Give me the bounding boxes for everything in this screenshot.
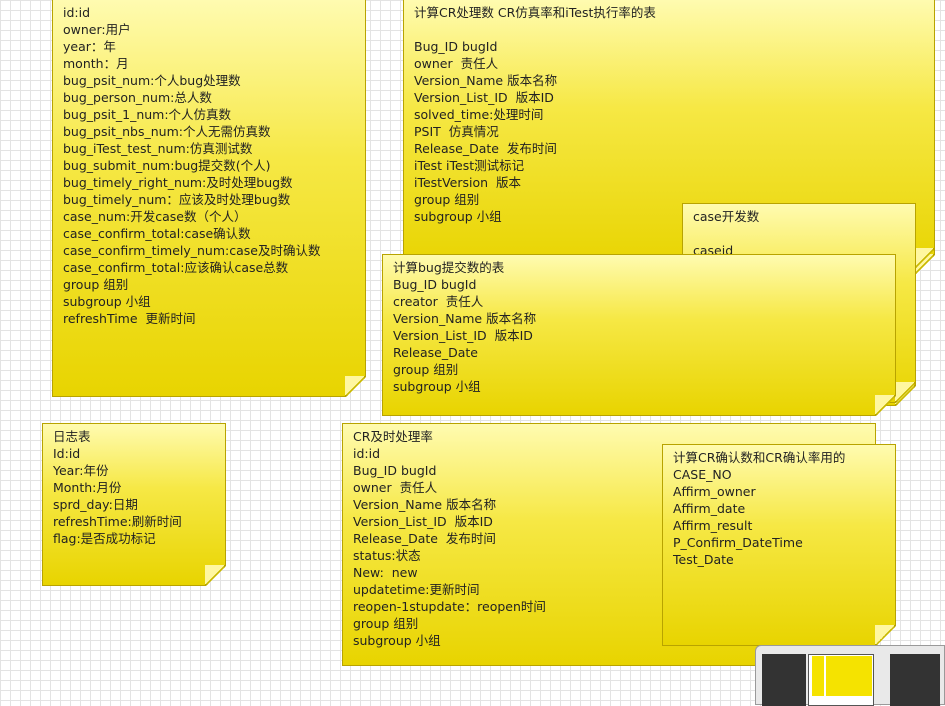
note-field-line: CASE_NO: [673, 467, 732, 482]
note-field-line: Version_Name 版本名称: [393, 311, 537, 326]
note-field-line: group 组别: [393, 362, 459, 377]
navigator-right-pane: [890, 654, 940, 706]
page-fold-icon: [875, 625, 895, 645]
note-field-line: Affirm_result: [673, 518, 753, 533]
note-field-line: Version_List_ID 版本ID: [414, 90, 554, 105]
note-field-line: case_confirm_timely_num:case及时确认数: [63, 243, 321, 258]
note-field-line: subgroup 小组: [63, 294, 151, 309]
note-field-line: bug_timely_right_num:及时处理bug数: [63, 175, 293, 190]
note-title: 计算bug提交数的表: [393, 260, 505, 275]
note-field-line: bug_psit_1_num:个人仿真数: [63, 107, 232, 122]
note-field-line: Id:id: [53, 446, 81, 461]
note-field-line: Version_List_ID 版本ID: [393, 328, 533, 343]
note-field-line: Bug_ID bugId: [393, 277, 477, 292]
note-field-line: sprd_day:日期: [53, 497, 138, 512]
note-field-line: bug_timely_num：应该及时处理bug数: [63, 192, 291, 207]
note-field-line: Test_Date: [673, 552, 734, 567]
page-fold-icon: [205, 565, 225, 585]
note-field-line: Bug_ID bugId: [414, 39, 498, 54]
note-field-line: solved_time:处理时间: [414, 107, 544, 122]
note-field-line: Affirm_owner: [673, 484, 756, 499]
navigator-left-pane: [762, 654, 806, 706]
note-field-line: iTest iTest测试标记: [414, 158, 525, 173]
note-field-line: bug_person_num:总人数: [63, 90, 212, 105]
note-log-table[interactable]: 日志表 Id:id Year:年份 Month:月份 sprd_day:日期refres…: [42, 423, 226, 586]
note-field-line: Release_Date 发布时间: [414, 141, 557, 156]
note-title: case开发数: [693, 209, 760, 224]
note-title: 计算CR处理数 CR仿真率和iTest执行率的表: [414, 5, 656, 20]
note-title: CR及时处理率: [353, 429, 433, 444]
note-field-line: year：年: [63, 39, 116, 54]
note-field-line: Year:年份: [53, 463, 109, 478]
note-field-line: Month:月份: [53, 480, 122, 495]
overview-navigator[interactable]: [755, 645, 945, 706]
note-field-line: case_num:开发case数（个人）: [63, 209, 247, 224]
navigator-viewport-frame[interactable]: [808, 654, 874, 706]
note-title: 日志表: [53, 429, 91, 444]
note-field-line: Version_Name 版本名称: [414, 73, 558, 88]
page-fold-icon: [345, 376, 365, 396]
note-field-line: refreshTime 更新时间: [63, 311, 196, 326]
note-bug-submit-table[interactable]: 计算bug提交数的表 Bug_ID bugId creator 责任人 Version…: [382, 254, 896, 416]
note-field-line: bug_submit_num:bug提交数(个人): [63, 158, 271, 173]
note-field-line: case_confirm_total:case确认数: [63, 226, 251, 241]
note-field-line: group 组别: [63, 277, 129, 292]
note-title: 计算CR确认数和CR确认率用的: [673, 450, 846, 465]
note-field-line: flag:是否成功标记: [53, 531, 156, 546]
note-field-line: Release_Date: [393, 345, 478, 360]
note-field-line: subgroup 小组: [393, 379, 481, 394]
note-field-line: bug_psit_num:个人bug处理数: [63, 73, 241, 88]
note-field-line: owner:用户: [63, 22, 131, 37]
note-field-line: owner 责任人: [414, 56, 499, 71]
note-field-line: refreshTime:刷新时间: [53, 514, 182, 529]
note-field-line: [693, 225, 905, 242]
note-field-line: PSIT 仿真情况: [414, 124, 499, 139]
note-field-line: bug_iTest_test_num:仿真测试数: [63, 141, 253, 156]
note-field-line: bug_psit_nbs_num:个人无需仿真数: [63, 124, 271, 139]
note-cr-confirm-table[interactable]: 计算CR确认数和CR确认率用的 CASE_NO Affirm_owner Affirm…: [662, 444, 896, 646]
note-field-line: Affirm_date: [673, 501, 746, 516]
page-fold-icon: [895, 382, 915, 402]
note-field-line: P_Confirm_DateTime: [673, 535, 803, 550]
note-stats-table[interactable]: id:id owner:用户 year：年 month：月 bug_psit_num:个…: [52, 0, 366, 397]
note-field-line: [414, 21, 924, 38]
note-field-line: case_confirm_total:应该确认case总数: [63, 260, 289, 275]
note-field-line: month：月: [63, 56, 129, 71]
note-title: id:id: [63, 5, 91, 20]
note-field-line: creator 责任人: [393, 294, 484, 309]
note-field-line: iTestVersion 版本: [414, 175, 522, 190]
